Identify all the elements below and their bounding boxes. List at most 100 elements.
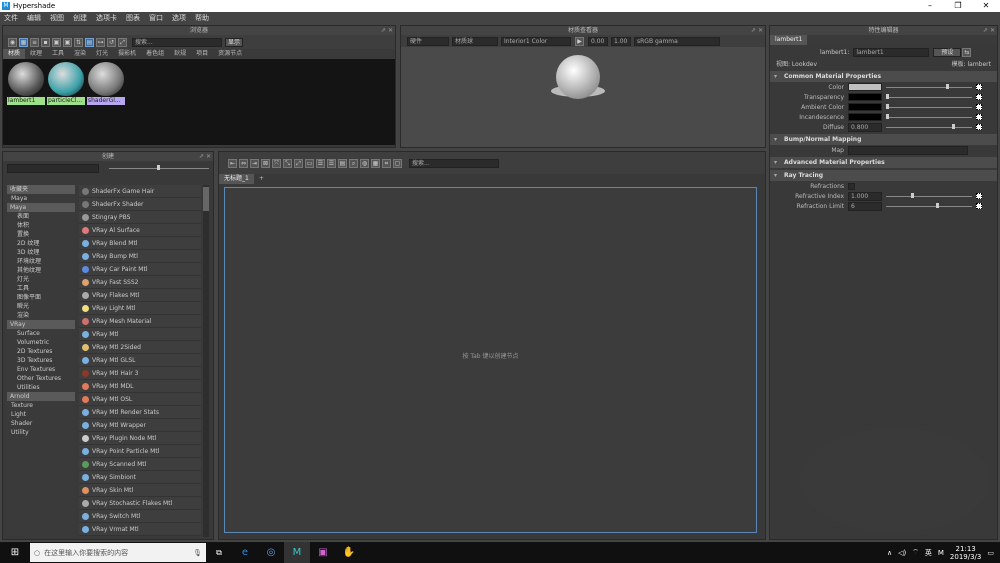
node-list-item[interactable]: VRay Mtl MDL bbox=[79, 380, 201, 393]
tree-item[interactable]: Volumetric bbox=[7, 338, 75, 347]
attr-value-field[interactable]: 0.800 bbox=[848, 122, 882, 132]
browser-app-icon[interactable]: ◎ bbox=[258, 547, 284, 558]
node-list-item[interactable]: VRay Bump Mtl bbox=[79, 250, 201, 263]
refractions-checkbox[interactable] bbox=[848, 182, 855, 190]
close-button[interactable]: ✕ bbox=[972, 0, 1000, 12]
node-list-item[interactable]: VRay Mesh Material bbox=[79, 315, 201, 328]
maya-taskbar-icon[interactable]: M bbox=[284, 542, 310, 563]
tree-item[interactable]: 工具 bbox=[7, 284, 75, 293]
swatch-large-icon[interactable]: ▣ bbox=[63, 37, 72, 47]
connected-mode-icon[interactable]: ☰ bbox=[316, 158, 325, 168]
attr-slider[interactable] bbox=[886, 202, 972, 210]
tree-item[interactable]: Maya bbox=[7, 203, 75, 212]
menu-item[interactable]: 文件 bbox=[4, 13, 18, 23]
io-connections-icon[interactable]: ⇔ bbox=[239, 158, 248, 168]
clock[interactable]: 21:13 2019/3/3 bbox=[950, 545, 981, 561]
play-icon[interactable]: ▶ bbox=[575, 36, 584, 46]
node-list-item[interactable]: VRay Mtl 2Sided bbox=[79, 341, 201, 354]
tab-untitled-1[interactable]: 无标题_1 bbox=[219, 174, 254, 184]
map-button-icon[interactable] bbox=[976, 94, 982, 100]
tree-item[interactable]: Other Textures bbox=[7, 374, 75, 383]
attr-section-header[interactable]: Advanced Material Properties bbox=[770, 157, 997, 168]
focus-icon[interactable]: ⇆ bbox=[962, 47, 972, 57]
node-list-item[interactable]: VRay Mtl GLSL bbox=[79, 354, 201, 367]
tree-item[interactable]: VRay bbox=[7, 320, 75, 329]
task-view-icon[interactable]: ⧉ bbox=[206, 548, 232, 558]
browser-tab[interactable]: 灯光 bbox=[91, 49, 113, 59]
node-list-item[interactable]: ShaderFx Shader bbox=[79, 198, 201, 211]
panel-pin-icon[interactable]: ⇗ ✕ bbox=[381, 26, 393, 35]
menu-item[interactable]: 帮助 bbox=[195, 13, 209, 23]
browser-show-button[interactable]: 显示 bbox=[225, 37, 244, 47]
node-graph-canvas[interactable]: 按 Tab 键以创建节点 bbox=[224, 187, 757, 533]
attr-section-header[interactable]: Ray Tracing bbox=[770, 170, 997, 181]
clear-graph-icon[interactable]: ⊠ bbox=[261, 158, 270, 168]
add-tab-button[interactable]: + bbox=[254, 174, 269, 184]
full-mode-icon[interactable]: ☰ bbox=[327, 158, 336, 168]
environment-select[interactable]: Interior1 Color bbox=[501, 36, 571, 46]
node-list-item[interactable]: VRay Scanned Mtl bbox=[79, 458, 201, 471]
color-swatch[interactable] bbox=[848, 103, 882, 111]
node-list-item[interactable]: ShaderFx Game Hair bbox=[79, 185, 201, 198]
material-swatch[interactable]: particleCl... bbox=[47, 61, 85, 105]
refresh-icon[interactable]: ◉ bbox=[8, 37, 17, 47]
history-icon[interactable]: ↺ bbox=[107, 37, 116, 47]
node-list-item[interactable]: VRay Plugin Node Mtl bbox=[79, 432, 201, 445]
browser-search-input[interactable]: 搜索... bbox=[132, 37, 222, 47]
tree-item[interactable]: Maya bbox=[7, 194, 75, 203]
sort-icon[interactable]: ⇅ bbox=[74, 37, 83, 47]
exposure-field[interactable]: 0.00 bbox=[588, 36, 608, 46]
link-icon[interactable]: ⊶ bbox=[96, 37, 105, 47]
tray-chevron-icon[interactable]: ∧ bbox=[887, 549, 892, 557]
custom-mode-icon[interactable]: ▤ bbox=[338, 158, 347, 168]
minimize-button[interactable]: – bbox=[916, 0, 944, 12]
node-list-item[interactable]: VRay Light Mtl bbox=[79, 302, 201, 315]
tree-item[interactable]: 渲染 bbox=[7, 311, 75, 320]
panel-pin-icon[interactable]: ⇗ ✕ bbox=[983, 26, 995, 35]
tree-item[interactable]: Utilities bbox=[7, 383, 75, 392]
menu-item[interactable]: 视图 bbox=[50, 13, 64, 23]
volume-icon[interactable]: ◁) bbox=[898, 549, 906, 557]
menu-item[interactable]: 窗口 bbox=[149, 13, 163, 23]
attr-slider[interactable] bbox=[886, 93, 972, 101]
browser-tab[interactable]: 项目 bbox=[191, 49, 213, 59]
node-list-item[interactable]: VRay Mtl Hair 3 bbox=[79, 367, 201, 380]
attr-slider[interactable] bbox=[886, 192, 972, 200]
browser-tab[interactable]: 材质 bbox=[3, 49, 26, 59]
notification-icon[interactable]: ▭ bbox=[987, 549, 994, 557]
ime-indicator[interactable]: M bbox=[938, 549, 944, 557]
tree-item[interactable]: 其他纹理 bbox=[7, 266, 75, 275]
menu-item[interactable]: 选项 bbox=[172, 13, 186, 23]
attr-value-field[interactable]: 1.000 bbox=[848, 191, 882, 201]
attr-section-header[interactable]: Common Material Properties bbox=[770, 71, 997, 82]
map-button-icon[interactable] bbox=[976, 84, 982, 90]
tree-item[interactable]: 表面 bbox=[7, 212, 75, 221]
maximize-button[interactable]: ❐ bbox=[944, 0, 972, 12]
node-list-item[interactable]: VRay Vrmat Mtl bbox=[79, 523, 201, 536]
tree-item[interactable]: 收藏夹 bbox=[7, 185, 75, 194]
swatch-toggle-icon[interactable]: ◍ bbox=[360, 158, 369, 168]
tree-item[interactable]: Shader bbox=[7, 419, 75, 428]
tree-item[interactable]: Light bbox=[7, 410, 75, 419]
map-button-icon[interactable] bbox=[976, 114, 982, 120]
network-icon[interactable]: ⌔ bbox=[912, 548, 919, 557]
taskbar-search-box[interactable]: ○ 在这里输入你要搜索的内容 🎙 bbox=[30, 543, 206, 562]
color-swatch[interactable] bbox=[848, 113, 882, 121]
node-list-item[interactable]: VRay Blend Mtl bbox=[79, 237, 201, 250]
node-list-scrollbar[interactable] bbox=[203, 185, 209, 537]
map-button-icon[interactable] bbox=[976, 124, 982, 130]
shape-select[interactable]: 材质球 bbox=[452, 36, 498, 46]
material-swatch[interactable]: lambert1 bbox=[7, 61, 45, 105]
material-swatch[interactable]: shaderGl... bbox=[87, 61, 125, 105]
node-list-item[interactable]: VRay Switch Mtl bbox=[79, 510, 201, 523]
menu-item[interactable]: 创建 bbox=[73, 13, 87, 23]
node-name-field[interactable]: lambert1 bbox=[853, 47, 930, 57]
app-icon-red[interactable]: ✋ bbox=[336, 547, 362, 558]
browser-tab[interactable]: 纹理 bbox=[25, 49, 47, 59]
tree-item[interactable]: Env Textures bbox=[7, 365, 75, 374]
browser-tab[interactable]: 摄影机 bbox=[113, 49, 141, 59]
node-list-item[interactable]: VRay Stochastic Flakes Mtl bbox=[79, 497, 201, 510]
map-field[interactable] bbox=[848, 145, 968, 155]
browser-tab[interactable]: 着色组 bbox=[141, 49, 169, 59]
map-button-icon[interactable] bbox=[976, 203, 982, 209]
